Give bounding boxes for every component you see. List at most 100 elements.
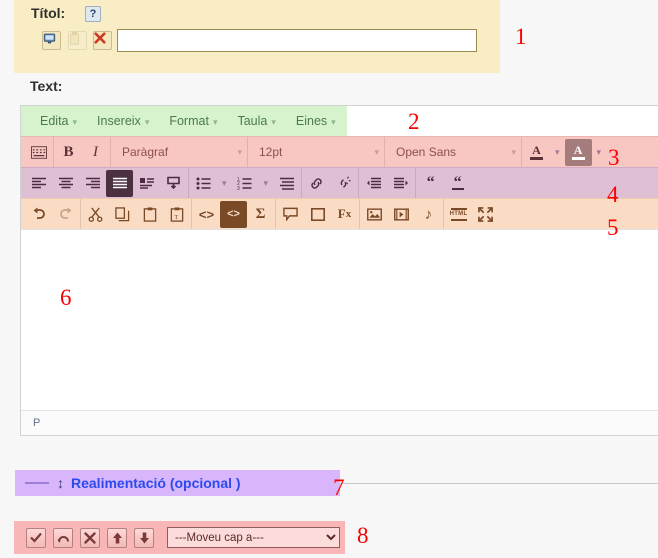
editor-format-toolbar: B I Paràgraf ▾ 12pt ▾ Open Sans ▾ A ▾ A <box>21 136 658 167</box>
delete-icon[interactable] <box>80 527 100 548</box>
annotation-2: 2 <box>408 109 420 134</box>
paste-icon[interactable] <box>136 201 163 228</box>
align-center-icon[interactable] <box>52 170 79 197</box>
chevron-down-icon: ▾ <box>271 117 276 127</box>
menu-label: Format <box>169 114 209 128</box>
menu-item-taula[interactable]: Taula ▾ <box>228 111 284 131</box>
chevron-down-icon: ▾ <box>144 117 150 127</box>
code-sample-icon[interactable]: <> <box>220 200 247 228</box>
background-color-icon[interactable]: A <box>564 138 592 166</box>
delete-icon[interactable] <box>93 31 112 50</box>
menu-item-edita[interactable]: Edita ▾ <box>31 111 86 131</box>
unlink-icon[interactable] <box>330 170 357 197</box>
chevron-down-icon: ▾ <box>374 146 379 157</box>
editor-menubar: Edita ▾ Insereix ▾ Format ▾ Taula ▾ Eines ▾ <box>21 106 658 136</box>
divider-dash <box>25 482 49 484</box>
confirm-icon[interactable] <box>26 527 46 548</box>
fx-icon[interactable]: Fx <box>331 201 358 228</box>
rich-text-editor: Edita ▾ Insereix ▾ Format ▾ Taula ▾ Eines ▾ <box>20 105 658 436</box>
element-path[interactable]: P <box>33 417 40 429</box>
feedback-label: Realimentació (opcional ) <box>71 475 241 491</box>
media-icon[interactable] <box>388 201 415 228</box>
text-field-label: Text: <box>30 78 63 94</box>
bold-button[interactable]: B <box>55 139 82 166</box>
chevron-down-icon[interactable]: ▾ <box>550 147 565 158</box>
paragraph-mark-icon[interactable] <box>160 170 187 197</box>
audio-icon[interactable]: ♪ <box>415 201 442 228</box>
menu-item-format[interactable]: Format ▾ <box>160 111 226 131</box>
equation-icon[interactable]: Σ <box>247 201 274 228</box>
preview-icon[interactable] <box>42 31 61 50</box>
cut-icon[interactable] <box>82 201 109 228</box>
chevron-down-icon[interactable]: ▾ <box>592 147 607 158</box>
paragraph-style-dropdown[interactable]: Paràgraf ▾ <box>112 139 246 166</box>
fullscreen-icon[interactable] <box>472 201 499 228</box>
font-family-dropdown[interactable]: Open Sans ▾ <box>386 139 520 166</box>
menu-item-eines[interactable]: Eines ▾ <box>287 111 345 131</box>
undo-icon[interactable] <box>25 201 52 228</box>
title-label: Títol: <box>31 5 66 21</box>
align-justify-icon[interactable] <box>106 169 133 197</box>
numbered-list-icon[interactable]: 123 <box>232 170 259 197</box>
annotation-6: 6 <box>60 285 72 310</box>
revert-icon[interactable] <box>53 527 73 548</box>
copy-icon[interactable] <box>109 201 136 228</box>
font-family-value: Open Sans <box>396 145 457 159</box>
blockquote-icon[interactable]: “ <box>417 170 444 197</box>
chevron-down-icon[interactable]: ▾ <box>217 178 232 189</box>
annotation-7: 7 <box>333 475 345 500</box>
comment-icon[interactable] <box>277 201 304 228</box>
text-wrap-icon[interactable] <box>133 170 160 197</box>
paragraph-style-value: Paràgraf <box>122 145 169 159</box>
redo-icon[interactable] <box>52 201 79 228</box>
text-color-icon[interactable]: A <box>523 139 550 166</box>
help-icon[interactable]: ? <box>85 6 101 22</box>
annotation-8: 8 <box>357 523 369 548</box>
feedback-toggle[interactable]: ↕ Realimentació (opcional ) <box>15 470 340 496</box>
editor-content-area[interactable] <box>21 229 658 410</box>
move-to-select[interactable]: ---Moveu cap a--- <box>167 527 340 548</box>
italic-button[interactable]: I <box>82 139 109 166</box>
bullet-list-icon[interactable] <box>190 170 217 197</box>
annotation-3: 3 <box>608 145 620 170</box>
font-size-value: 12pt <box>259 145 283 159</box>
html-icon[interactable]: HTML <box>445 201 472 228</box>
chevron-down-icon: ▾ <box>511 146 516 157</box>
chevron-down-icon: ▾ <box>212 117 218 127</box>
clipboard-icon[interactable] <box>68 31 87 50</box>
title-panel: Títol: ? <box>14 0 500 73</box>
align-right-icon[interactable] <box>79 170 106 197</box>
keyboard-icon[interactable] <box>25 139 52 166</box>
chevron-down-icon: ▾ <box>237 146 242 157</box>
outdent-icon[interactable] <box>360 170 387 197</box>
chevron-down-icon[interactable]: ▾ <box>259 178 274 189</box>
menubar-filler <box>346 106 658 136</box>
svg-text:T: T <box>174 214 178 221</box>
move-down-icon[interactable] <box>134 527 154 548</box>
annotation-5: 5 <box>607 215 619 240</box>
menu-label: Insereix <box>97 114 141 128</box>
move-up-icon[interactable] <box>107 527 127 548</box>
paste-as-text-icon[interactable]: T <box>163 201 190 228</box>
title-input[interactable] <box>117 29 477 52</box>
font-size-dropdown[interactable]: 12pt ▾ <box>249 139 383 166</box>
svg-text:3: 3 <box>237 185 240 189</box>
annotation-1: 1 <box>515 24 527 49</box>
annotation-4: 4 <box>607 182 619 207</box>
link-icon[interactable] <box>303 170 330 197</box>
item-action-bar: ---Moveu cap a--- <box>14 521 345 554</box>
editor-paragraph-toolbar: ▾ 123 ▾ “ “ <box>21 167 658 198</box>
blockquote-underline-icon[interactable]: “ <box>444 170 471 197</box>
indent-icon[interactable] <box>387 170 414 197</box>
menu-item-insereix[interactable]: Insereix ▾ <box>88 111 158 131</box>
box-icon[interactable] <box>304 201 331 228</box>
expand-collapse-icon[interactable]: ↕ <box>57 476 64 490</box>
menu-label: Eines <box>295 114 328 128</box>
chevron-down-icon: ▾ <box>331 117 336 127</box>
chevron-down-icon: ▾ <box>72 117 78 127</box>
image-icon[interactable] <box>361 201 388 228</box>
line-height-icon[interactable] <box>273 170 300 197</box>
source-code-icon[interactable]: <> <box>193 201 220 228</box>
editor-tools-toolbar: T <> <> Σ Fx ♪ HTML <box>21 198 658 229</box>
align-left-icon[interactable] <box>25 170 52 197</box>
